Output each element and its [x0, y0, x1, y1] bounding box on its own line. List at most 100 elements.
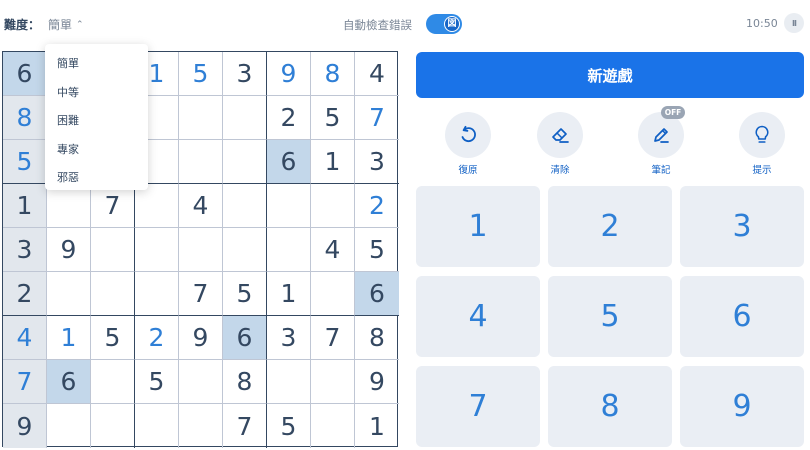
difficulty-option[interactable]: 困難 [45, 107, 148, 136]
board-cell[interactable] [135, 228, 179, 272]
board-cell[interactable] [267, 360, 311, 404]
number-key[interactable]: 1 [416, 186, 540, 267]
board-cell[interactable]: 5 [311, 96, 355, 140]
board-cell[interactable] [179, 140, 223, 184]
board-cell[interactable]: 9 [47, 228, 91, 272]
board-cell[interactable] [223, 96, 267, 140]
board-cell[interactable] [91, 404, 135, 448]
number-key[interactable]: 7 [416, 366, 540, 447]
chevron-up-icon: ⌃ [76, 19, 84, 30]
pause-icon: II [792, 18, 797, 28]
erase-button[interactable]: 清除 [530, 112, 590, 176]
board-cell[interactable]: 7 [3, 360, 47, 404]
board-cell[interactable]: 3 [223, 52, 267, 96]
board-cell[interactable] [311, 184, 355, 228]
board-cell[interactable] [135, 272, 179, 316]
board-cell[interactable]: 7 [311, 316, 355, 360]
difficulty-option[interactable]: 簡單 [45, 50, 148, 79]
difficulty-label: 難度： [4, 18, 41, 32]
board-cell[interactable]: 8 [223, 360, 267, 404]
board-cell[interactable]: 4 [311, 228, 355, 272]
number-key[interactable]: 5 [548, 276, 672, 357]
board-cell[interactable] [135, 404, 179, 448]
difficulty-option[interactable]: 專家 [45, 136, 148, 165]
board-cell[interactable]: 1 [3, 184, 47, 228]
board-cell[interactable]: 4 [3, 316, 47, 360]
board-cell[interactable]: 4 [355, 52, 399, 96]
board-cell[interactable]: 1 [47, 316, 91, 360]
difficulty-option[interactable]: 邪惡 [45, 164, 148, 193]
board-cell[interactable] [179, 96, 223, 140]
board-cell[interactable] [311, 404, 355, 448]
difficulty-value: 簡單 [48, 18, 73, 32]
board-cell[interactable] [91, 228, 135, 272]
hint-button[interactable]: 提示 [732, 112, 792, 176]
difficulty-selector[interactable]: 簡單 ⌃ [48, 16, 84, 33]
top-bar: 難度： 簡單 ⌃ 自動檢查錯誤 図 10:50 II [0, 0, 810, 48]
board-cell[interactable]: 8 [3, 96, 47, 140]
notes-button[interactable]: OFF 筆記 [631, 106, 691, 176]
undo-button[interactable]: 復原 [438, 112, 498, 176]
board-cell[interactable]: 5 [91, 316, 135, 360]
board-cell[interactable] [179, 360, 223, 404]
number-key[interactable]: 3 [680, 186, 804, 267]
board-cell[interactable]: 1 [355, 404, 399, 448]
erase-label: 清除 [550, 165, 570, 176]
board-cell[interactable] [223, 140, 267, 184]
number-key[interactable]: 4 [416, 276, 540, 357]
board-cell[interactable]: 5 [267, 404, 311, 448]
board-cell[interactable]: 9 [355, 360, 399, 404]
board-cell[interactable]: 3 [355, 140, 399, 184]
board-cell[interactable]: 2 [135, 316, 179, 360]
board-cell[interactable]: 5 [355, 228, 399, 272]
board-cell[interactable] [179, 228, 223, 272]
board-cell[interactable]: 2 [267, 96, 311, 140]
board-cell[interactable] [267, 184, 311, 228]
board-cell[interactable]: 9 [179, 316, 223, 360]
board-cell[interactable] [91, 360, 135, 404]
number-key[interactable]: 2 [548, 186, 672, 267]
number-key[interactable]: 6 [680, 276, 804, 357]
new-game-button[interactable]: 新遊戲 [416, 52, 804, 98]
board-cell[interactable] [223, 228, 267, 272]
board-cell[interactable] [47, 272, 91, 316]
autocheck-toggle[interactable]: 図 [426, 14, 462, 34]
board-cell[interactable] [267, 228, 311, 272]
board-cell[interactable] [179, 404, 223, 448]
timer: 10:50 [746, 17, 778, 30]
notes-label: 筆記 [651, 165, 671, 176]
board-cell[interactable]: 7 [223, 404, 267, 448]
number-key[interactable]: 9 [680, 366, 804, 447]
board-cell[interactable]: 1 [311, 140, 355, 184]
board-cell[interactable]: 4 [179, 184, 223, 228]
board-cell[interactable]: 9 [267, 52, 311, 96]
board-cell[interactable]: 3 [3, 228, 47, 272]
difficulty-option[interactable]: 中等 [45, 79, 148, 108]
board-cell[interactable]: 1 [267, 272, 311, 316]
board-cell[interactable]: 6 [223, 316, 267, 360]
board-cell[interactable]: 5 [179, 52, 223, 96]
board-cell[interactable]: 5 [3, 140, 47, 184]
board-cell[interactable]: 7 [179, 272, 223, 316]
board-cell[interactable]: 6 [267, 140, 311, 184]
board-cell[interactable]: 5 [223, 272, 267, 316]
board-cell[interactable] [91, 272, 135, 316]
board-cell[interactable]: 9 [3, 404, 47, 448]
board-cell[interactable]: 8 [355, 316, 399, 360]
board-cell[interactable]: 2 [355, 184, 399, 228]
board-cell[interactable]: 2 [3, 272, 47, 316]
board-cell[interactable] [47, 404, 91, 448]
board-cell[interactable]: 7 [355, 96, 399, 140]
undo-icon [445, 112, 491, 158]
pause-button[interactable]: II [784, 13, 804, 33]
board-cell[interactable]: 3 [267, 316, 311, 360]
board-cell[interactable]: 6 [3, 52, 47, 96]
board-cell[interactable] [311, 360, 355, 404]
board-cell[interactable]: 6 [355, 272, 399, 316]
board-cell[interactable]: 6 [47, 360, 91, 404]
board-cell[interactable] [311, 272, 355, 316]
board-cell[interactable]: 8 [311, 52, 355, 96]
number-key[interactable]: 8 [548, 366, 672, 447]
board-cell[interactable] [223, 184, 267, 228]
board-cell[interactable]: 5 [135, 360, 179, 404]
